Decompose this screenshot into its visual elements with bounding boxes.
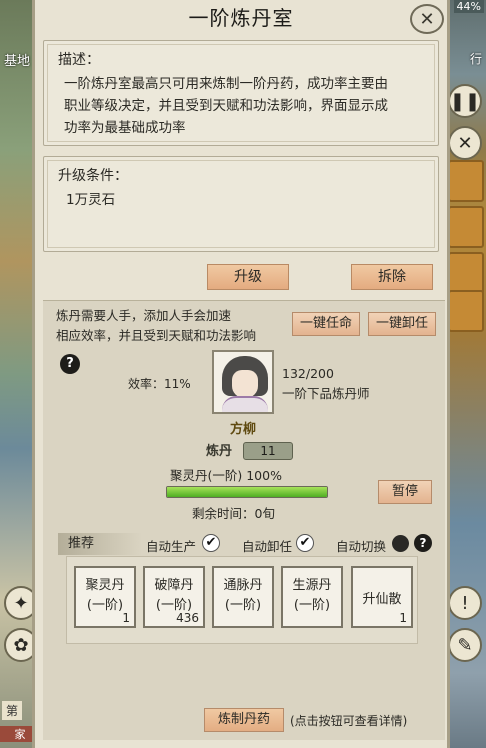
help-icon[interactable]: ? — [414, 534, 432, 552]
background-base-label: 基地 — [4, 54, 31, 69]
production-progress-bar — [166, 486, 328, 498]
recipe-count: 436 — [176, 611, 199, 625]
recipe-name: 通脉丹 — [223, 578, 263, 593]
description-box: 描述： 一阶炼丹室最高只可用来炼制一阶丹药，成功率主要由 职业等级决定，并且受到… — [43, 40, 439, 146]
field-tile[interactable] — [448, 252, 484, 294]
recipe-cell[interactable]: 破障丹 (一阶) 436 — [143, 566, 205, 628]
recipe-name: 生源丹 — [292, 578, 332, 593]
upgrade-button[interactable]: 升级 — [207, 264, 289, 290]
efficiency-label: 效率：11% — [128, 377, 191, 391]
craft-hint: (点击按钮可查看详情) — [290, 714, 408, 728]
recipe-name: 破障丹 — [154, 578, 194, 593]
dismiss-all-button[interactable]: 一键卸任 — [368, 312, 436, 336]
battery-indicator: 44% — [453, 0, 484, 13]
upgrade-requirement: 1万灵石 — [66, 192, 116, 208]
sidebar-menu-icon[interactable]: ✎ — [448, 628, 482, 662]
field-tile[interactable] — [448, 160, 484, 202]
upgrade-condition-box: 升级条件： 1万灵石 — [43, 156, 439, 252]
staff-info-line: 相应效率，并且受到天赋和功法影响 — [56, 328, 257, 343]
recipe-count: 1 — [122, 611, 130, 625]
staff-info-line: 炼丹需要人手，添加人手会加速 — [56, 308, 232, 323]
auto-produce-label: 自动生产 — [146, 539, 197, 554]
field-tile[interactable] — [448, 290, 484, 332]
current-pill-progress-label: 聚灵丹(一阶) 100% — [170, 468, 282, 483]
description-line: 一阶炼丹室最高只可用来炼制一阶丹药，成功率主要由 — [64, 76, 388, 92]
recipe-name: 升仙散 — [362, 592, 402, 607]
auto-switch-label: 自动切换 — [336, 539, 387, 554]
recipe-cell[interactable]: 聚灵丹 (一阶) 1 — [74, 566, 136, 628]
alchemist-portrait[interactable] — [212, 350, 274, 414]
pause-icon[interactable]: ❚❚ — [448, 84, 482, 118]
recipe-name: 聚灵丹 — [85, 578, 125, 593]
portrait-face — [232, 370, 258, 398]
background-bottom-label: 第 — [2, 701, 23, 720]
crossed-swords-icon[interactable]: ✕ — [448, 126, 482, 160]
upgrade-heading: 升级条件： — [58, 168, 128, 184]
alchemist-exp: 132/200 — [282, 366, 334, 381]
auto-dismiss-check-icon[interactable]: ✔ — [296, 534, 314, 552]
recipe-cell[interactable]: 通脉丹 (一阶) — [212, 566, 274, 628]
sidebar-menu-icon[interactable]: ! — [448, 586, 482, 620]
demolish-button[interactable]: 拆除 — [351, 264, 433, 290]
close-icon[interactable]: ✕ — [410, 4, 444, 34]
recipe-count: 1 — [399, 611, 407, 625]
alchemist-rank: 一阶下品炼丹师 — [282, 386, 370, 401]
craft-pills-button[interactable]: 炼制丹药 — [204, 708, 284, 732]
description-line: 职业等级决定，并且受到天赋和功法影响，界面显示成 — [64, 98, 388, 114]
background-right-label: 行 — [469, 52, 482, 66]
alchemist-name: 方柳 — [230, 422, 257, 437]
production-progress-fill — [167, 487, 327, 497]
remaining-time: 剩余时间：0旬 — [192, 506, 275, 521]
tab-recommend[interactable]: 推荐 — [58, 533, 142, 555]
auto-produce-check-icon[interactable]: ✔ — [202, 534, 220, 552]
field-tile[interactable] — [448, 206, 484, 248]
recipe-grade: (一阶) — [293, 598, 331, 613]
description-heading: 描述： — [58, 52, 100, 68]
auto-dismiss-label: 自动卸任 — [242, 539, 293, 554]
pause-button[interactable]: 暂停 — [378, 480, 432, 504]
portrait-robe — [222, 396, 268, 412]
auto-switch-toggle[interactable] — [392, 535, 409, 552]
help-icon[interactable]: ? — [60, 354, 80, 374]
alchemy-skill-label: 炼丹 — [206, 444, 233, 459]
recipe-grade: (一阶) — [224, 598, 262, 613]
recipe-cell[interactable]: 升仙散 1 — [351, 566, 413, 628]
recipe-cell[interactable]: 生源丹 (一阶) — [281, 566, 343, 628]
description-line: 功率为最基础成功率 — [64, 120, 186, 136]
alchemy-skill-value: 11 — [243, 442, 293, 460]
panel-title: 一阶炼丹室 — [188, 6, 294, 30]
assign-all-button[interactable]: 一键任命 — [292, 312, 360, 336]
